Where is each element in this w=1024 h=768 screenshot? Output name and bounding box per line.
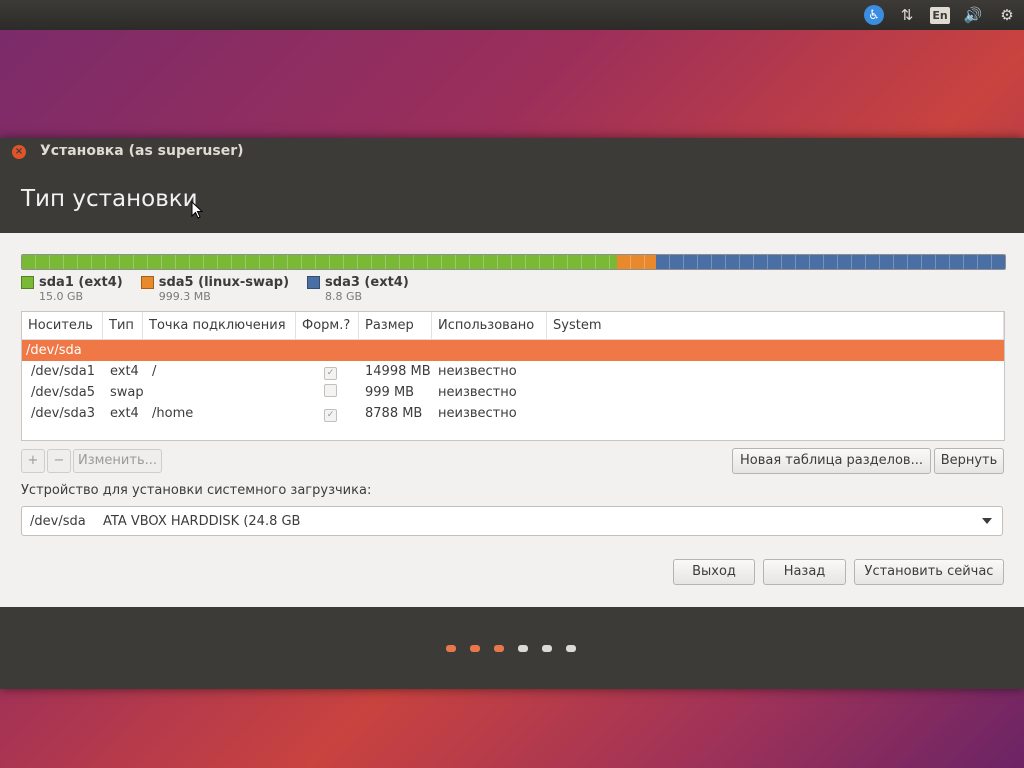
remove-partition-button[interactable]: − bbox=[47, 449, 71, 473]
progress-dot bbox=[566, 645, 576, 652]
disk-bar-segment bbox=[656, 255, 1005, 269]
back-button[interactable]: Назад bbox=[763, 559, 846, 585]
bootloader-label: Устройство для установки системного загр… bbox=[21, 483, 372, 498]
window-title: Установка (as superuser) bbox=[40, 143, 244, 159]
progress-dot bbox=[542, 645, 552, 652]
cell-size: 8788 MB bbox=[365, 406, 423, 421]
legend-swatch bbox=[307, 276, 321, 289]
progress-dot bbox=[446, 645, 456, 652]
top-panel: ♿ ⇅ En 🔊 ⚙ bbox=[0, 0, 1024, 30]
progress-dot bbox=[494, 645, 504, 652]
legend-size: 8.8 GB bbox=[325, 290, 363, 303]
legend-size: 999.3 MB bbox=[158, 290, 211, 303]
progress-dot bbox=[518, 645, 528, 652]
cell-used: неизвестно bbox=[438, 385, 517, 400]
legend-size: 15.0 GB bbox=[39, 290, 84, 303]
table-header: Носитель Тип Точка подключения Форм.? Размер… bbox=[22, 312, 1004, 340]
cell-type: swap bbox=[110, 385, 144, 400]
format-checkbox-cell bbox=[300, 384, 361, 401]
disk-usage-bar bbox=[21, 254, 1006, 270]
legend-item: sda3 (ext4) 8.8 GB bbox=[307, 275, 409, 303]
column-header[interactable]: Использовано bbox=[432, 312, 547, 339]
column-header[interactable]: Размер bbox=[359, 312, 432, 339]
cell-mount: / bbox=[152, 364, 157, 379]
cell-device: /dev/sda1 bbox=[31, 364, 95, 379]
cell-size: 999 MB bbox=[365, 385, 415, 400]
cell-device: /dev/sda5 bbox=[31, 385, 95, 400]
cell-type: ext4 bbox=[110, 364, 139, 379]
partition-table[interactable]: Носитель Тип Точка подключения Форм.? Размер… bbox=[21, 311, 1005, 441]
cell-device: /dev/sda3 bbox=[31, 406, 95, 421]
format-checkbox[interactable] bbox=[324, 384, 337, 397]
disk-bar-segment bbox=[616, 255, 657, 269]
column-header[interactable]: Форм.? bbox=[296, 312, 359, 339]
volume-icon[interactable]: 🔊 bbox=[962, 4, 984, 26]
format-checkbox[interactable]: ✓ bbox=[324, 408, 337, 422]
quit-button[interactable]: Выход bbox=[673, 559, 755, 585]
gear-icon[interactable]: ⚙ bbox=[996, 4, 1018, 26]
column-header[interactable]: Тип bbox=[103, 312, 143, 339]
legend-swatch bbox=[21, 276, 34, 289]
column-header[interactable]: Носитель bbox=[22, 312, 103, 339]
chevron-down-icon bbox=[982, 518, 992, 524]
footer bbox=[0, 607, 1024, 689]
cell-mount: /home bbox=[152, 406, 194, 421]
column-header[interactable]: Точка подключения bbox=[143, 312, 296, 339]
table-row[interactable]: /dev/sda1 ext4 / ✓ 14998 MB неизвестно bbox=[22, 361, 1004, 382]
disk-bar-segment bbox=[22, 255, 617, 269]
progress-dots bbox=[446, 645, 576, 652]
format-checkbox-cell: ✓ bbox=[300, 364, 361, 380]
keyboard-language-indicator[interactable]: En bbox=[930, 6, 950, 24]
progress-dot bbox=[470, 645, 480, 652]
installer-window: × Установка (as superuser) Тип установки… bbox=[0, 138, 1024, 689]
format-checkbox-cell: ✓ bbox=[300, 406, 361, 422]
legend-label: sda1 (ext4) bbox=[39, 275, 123, 290]
column-header[interactable]: System bbox=[547, 312, 1004, 339]
legend-swatch bbox=[140, 276, 154, 289]
network-arrows-icon[interactable]: ⇅ bbox=[896, 4, 918, 26]
accessibility-icon[interactable]: ♿ bbox=[864, 5, 884, 25]
partition-legend: sda1 (ext4) 15.0 GB sda5 (linux-swap) 999.3… bbox=[21, 275, 409, 303]
cell-used: неизвестно bbox=[438, 406, 517, 421]
close-icon[interactable]: × bbox=[12, 145, 26, 159]
bootloader-device: /dev/sda bbox=[30, 514, 86, 529]
titlebar: × Установка (as superuser) bbox=[0, 138, 1024, 167]
format-checkbox[interactable]: ✓ bbox=[324, 366, 337, 380]
table-row[interactable]: /dev/sda5 swap 999 MB неизвестно bbox=[22, 382, 1004, 403]
legend-label: sda5 (linux-swap) bbox=[158, 275, 290, 290]
page-title: Тип установки bbox=[21, 186, 198, 212]
legend-item: sda1 (ext4) 15.0 GB bbox=[21, 275, 123, 303]
device-row-label: /dev/sda bbox=[26, 343, 82, 358]
legend-item: sda5 (linux-swap) 999.3 MB bbox=[140, 275, 290, 303]
bootloader-device-name: ATA VBOX HARDDISK (24.8 GB bbox=[103, 514, 301, 529]
cell-type: ext4 bbox=[110, 406, 139, 421]
legend-label: sda3 (ext4) bbox=[325, 275, 409, 290]
bootloader-device-select[interactable]: /dev/sda ATA VBOX HARDDISK (24.8 GB bbox=[21, 506, 1003, 536]
mouse-cursor-icon bbox=[191, 201, 203, 219]
system-tray: ♿ ⇅ En 🔊 ⚙ bbox=[864, 4, 1018, 26]
add-partition-button[interactable]: + bbox=[21, 449, 45, 473]
cell-size: 14998 MB bbox=[365, 364, 431, 379]
cell-used: неизвестно bbox=[438, 364, 517, 379]
install-now-button[interactable]: Установить сейчас bbox=[854, 559, 1004, 585]
revert-button[interactable]: Вернуть bbox=[934, 448, 1004, 474]
table-row[interactable]: /dev/sda3 ext4/home ✓ 8788 MB неизвестно bbox=[22, 403, 1004, 424]
header-band: Тип установки bbox=[0, 166, 1024, 233]
table-row-device[interactable]: /dev/sda bbox=[22, 340, 1004, 361]
new-partition-table-button[interactable]: Новая таблица разделов... bbox=[732, 448, 931, 474]
change-partition-button[interactable]: Изменить... bbox=[73, 449, 162, 473]
